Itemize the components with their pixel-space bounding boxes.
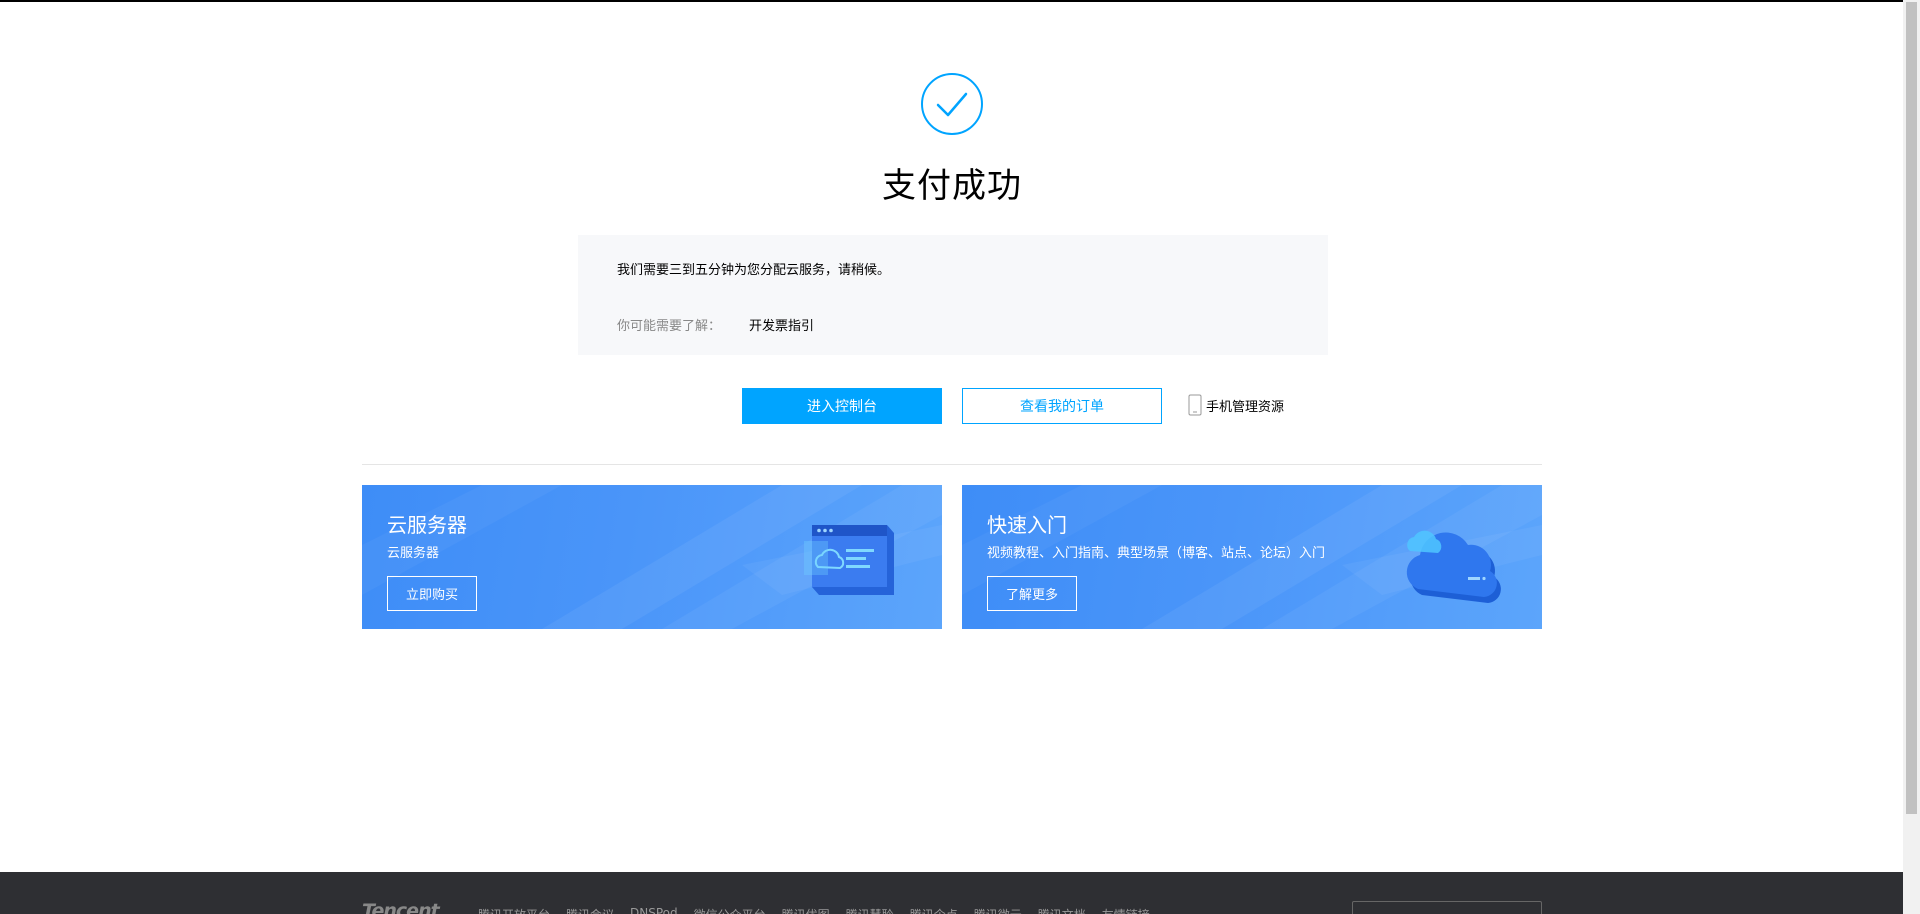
info-panel: 我们需要三到五分钟为您分配云服务，请稍候。 你可能需要了解： 开发票指引 — [578, 235, 1328, 355]
hint-label: 你可能需要了解： — [617, 319, 722, 334]
footer-link[interactable]: DNSPod — [630, 906, 678, 914]
card-subtitle: 云服务器 — [387, 546, 440, 561]
section-divider — [362, 464, 1542, 465]
cloud-icon — [1406, 530, 1501, 603]
window-top-border — [0, 0, 1920, 2]
buy-now-button[interactable]: 立即购买 — [387, 576, 477, 611]
invoice-guide-link[interactable]: 开发票指引 — [749, 315, 814, 334]
learn-more-button[interactable]: 了解更多 — [987, 576, 1077, 611]
server-window-icon — [804, 525, 894, 595]
quick-start-card: 快速入门 视频教程、入门指南、典型场景（博客、站点、论坛）入门 了解更多 — [962, 485, 1542, 629]
footer-link[interactable]: 腾讯优图 — [782, 906, 830, 914]
footer-links: 腾讯开放平台 腾讯会议 DNSPod 微信公众平台 腾讯优图 腾讯慧聆 腾讯企点… — [478, 906, 1150, 914]
mobile-manage-link[interactable]: 手机管理资源 — [1188, 394, 1284, 416]
enter-console-button[interactable]: 进入控制台 — [742, 388, 942, 424]
info-message: 我们需要三到五分钟为您分配云服务，请稍候。 — [617, 263, 891, 278]
cloud-server-card: 云服务器 云服务器 立即购买 — [362, 485, 942, 629]
footer-link[interactable]: 腾讯文档 — [1038, 906, 1086, 914]
footer-link[interactable]: 腾讯开放平台 — [478, 906, 550, 914]
footer-link[interactable]: 微信公众平台 — [694, 906, 766, 914]
mobile-manage-label: 手机管理资源 — [1206, 399, 1285, 415]
tencent-logo[interactable]: Tencent — [362, 900, 440, 914]
footer-link[interactable]: 腾讯慧聆 — [846, 906, 894, 914]
card-title: 快速入门 — [987, 513, 1067, 537]
footer-link[interactable]: 友情链接 — [1102, 906, 1150, 914]
footer-link[interactable]: 腾讯企点 — [910, 906, 958, 914]
check-circle-icon — [921, 73, 983, 135]
footer-link[interactable]: 腾讯微云 — [974, 906, 1022, 914]
footer-link[interactable]: 腾讯会议 — [566, 906, 614, 914]
view-orders-button[interactable]: 查看我的订单 — [962, 388, 1162, 424]
vertical-scrollbar[interactable] — [1903, 0, 1920, 914]
phone-icon — [1188, 394, 1202, 416]
site-footer: Tencent 腾讯开放平台 腾讯会议 DNSPod 微信公众平台 腾讯优图 腾… — [0, 872, 1904, 914]
footer-search-input[interactable] — [1352, 901, 1542, 914]
page-title: 支付成功 — [882, 166, 1022, 206]
scrollbar-thumb[interactable] — [1906, 2, 1917, 814]
card-subtitle: 视频教程、入门指南、典型场景（博客、站点、论坛）入门 — [987, 546, 1326, 561]
card-title: 云服务器 — [387, 513, 467, 537]
